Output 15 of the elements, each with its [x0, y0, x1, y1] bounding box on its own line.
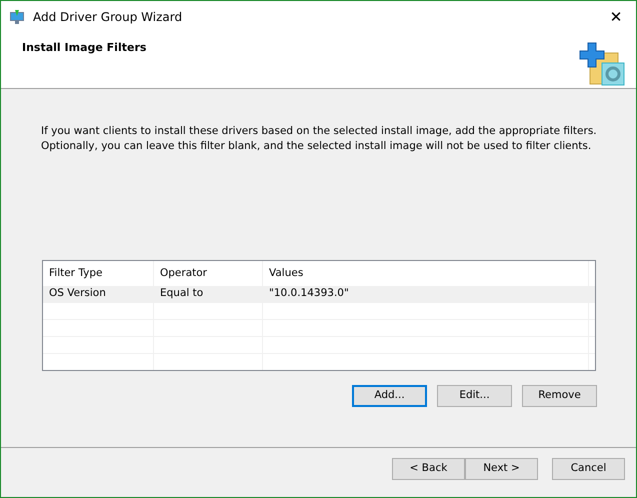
dialog-button[interactable]: Edit...: [437, 385, 512, 407]
dialog-button[interactable]: Add...: [352, 385, 427, 407]
close-button[interactable]: ✕: [596, 1, 636, 33]
window-title: Add Driver Group Wizard: [33, 9, 182, 26]
page-title: Install Image Filters: [22, 41, 146, 56]
dialog-button[interactable]: Remove: [522, 385, 597, 407]
description-text: If you want clients to install these drivers based on the selected install image, add the appropriate filters. Optionally, you can leave this filter blank, and the selected install image will not be used to filter clients.: [41, 124, 598, 154]
table-cell: OS Version: [43, 286, 154, 302]
selected-row-highlight[interactable]: OS Version Equal to "10.0.14393.0": [43, 286, 595, 303]
dialog-button[interactable]: < Back: [392, 458, 465, 480]
network-computer-icon: [9, 9, 25, 25]
dialog-button[interactable]: Cancel: [552, 458, 625, 480]
table-cell: Equal to: [154, 286, 263, 302]
dialog-button[interactable]: Next >: [465, 458, 538, 480]
table-cell: "10.0.14393.0": [263, 286, 589, 302]
